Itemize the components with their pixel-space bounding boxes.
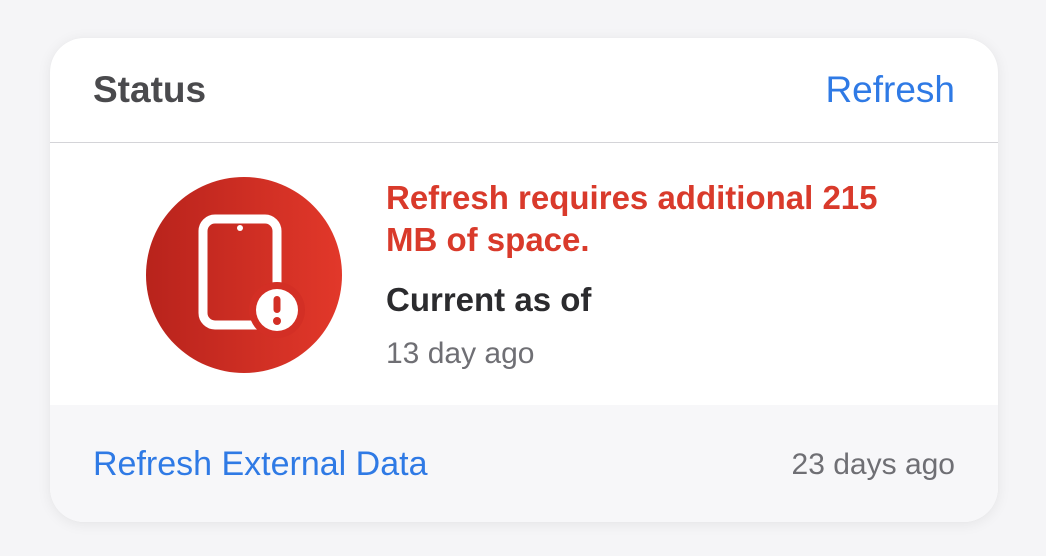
device-alert-icon xyxy=(146,177,342,373)
status-message: Refresh requires additional 215 MB of sp… xyxy=(386,179,878,258)
card-header: Status Refresh xyxy=(50,38,998,143)
external-data-timestamp: 23 days ago xyxy=(791,448,955,481)
current-as-of-value: 13 day ago xyxy=(386,337,535,370)
refresh-button[interactable]: Refresh xyxy=(825,68,955,112)
card-footer: Refresh External Data 23 days ago xyxy=(50,405,998,522)
status-card: Status Refresh Refresh requires addition… xyxy=(50,38,998,522)
status-body: Refresh requires additional 215 MB of sp… xyxy=(50,143,998,405)
refresh-external-data-link[interactable]: Refresh External Data xyxy=(93,443,428,485)
current-as-of-label: Current as of xyxy=(386,281,592,318)
card-title: Status xyxy=(93,69,207,110)
